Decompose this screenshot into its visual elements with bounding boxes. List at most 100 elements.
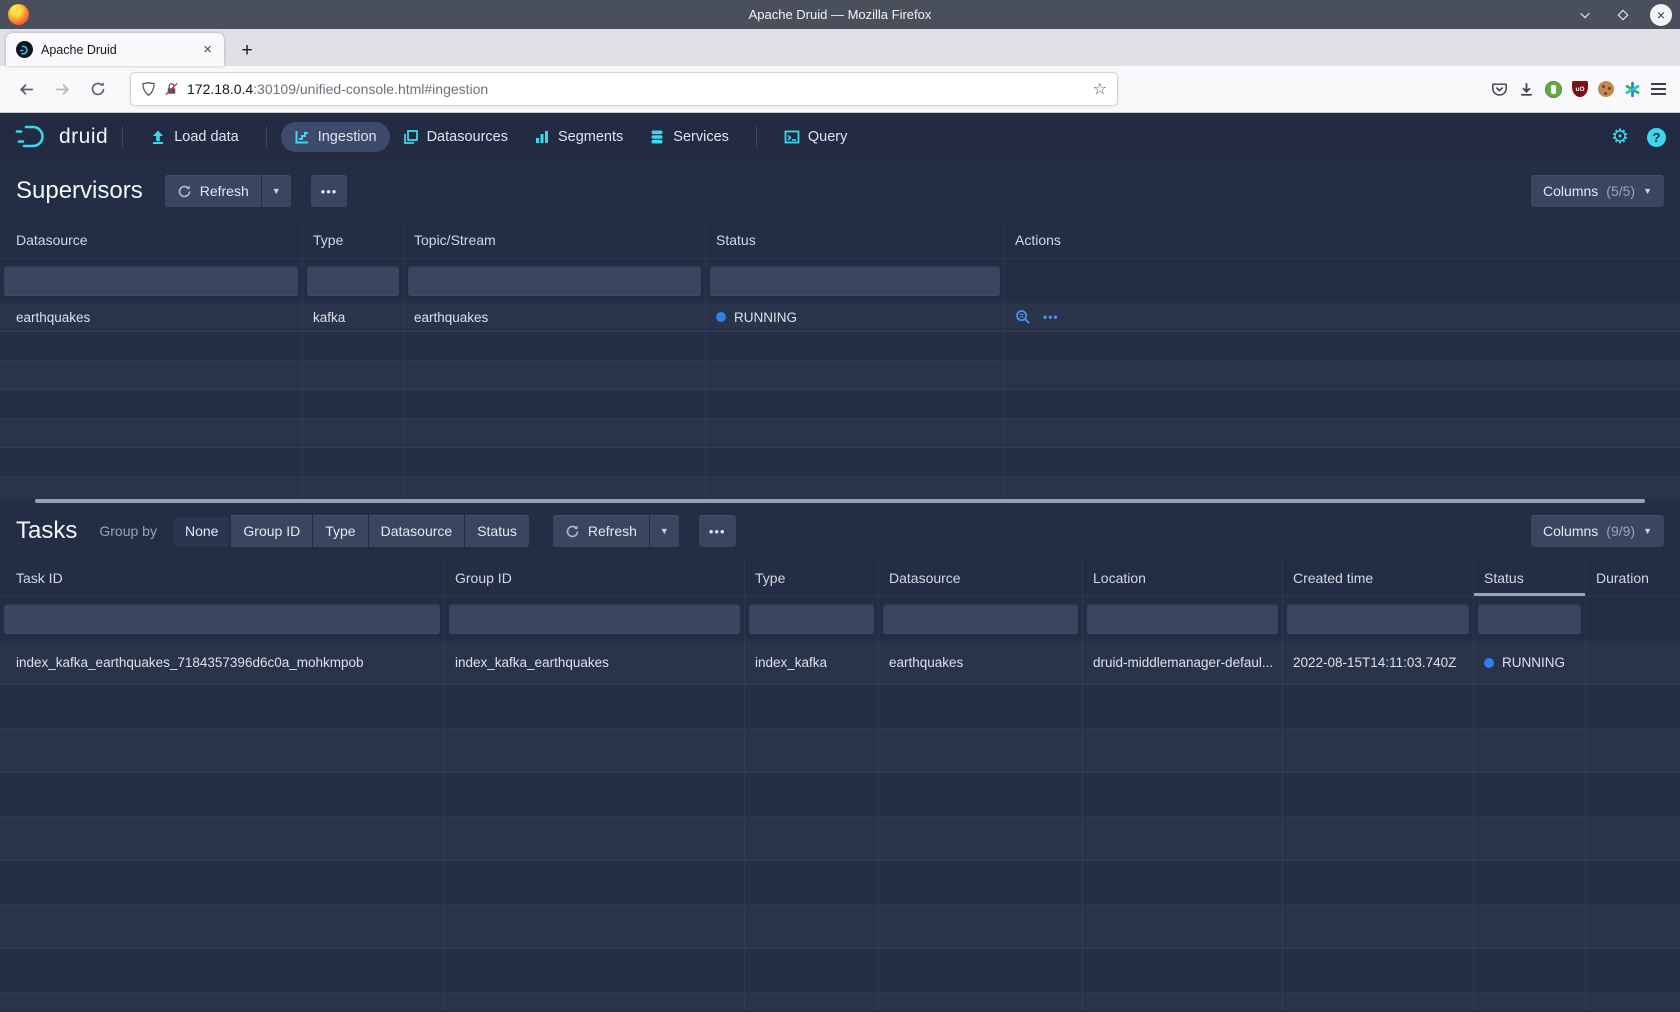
url-bar[interactable]: 172.18.0.4:30109/unified-console.html#in… bbox=[130, 72, 1118, 106]
downloads-icon[interactable] bbox=[1518, 81, 1535, 98]
help-icon[interactable]: ? bbox=[1647, 128, 1666, 147]
chevron-down-icon: ▼ bbox=[660, 526, 669, 536]
filter-location-input[interactable] bbox=[1087, 604, 1278, 634]
filter-created-time-input[interactable] bbox=[1287, 604, 1469, 634]
group-by-none-button[interactable]: None bbox=[173, 515, 230, 547]
chevron-down-icon: ▼ bbox=[1643, 526, 1652, 536]
column-header-datasource[interactable]: Datasource bbox=[0, 221, 303, 259]
cell-type: index_kafka bbox=[745, 641, 879, 685]
group-by-datasource-button[interactable]: Datasource bbox=[369, 515, 465, 547]
window-title: Apache Druid — Mozilla Firefox bbox=[0, 7, 1680, 22]
tab-close-icon[interactable]: × bbox=[201, 42, 214, 57]
extension-asterisk-icon[interactable] bbox=[1624, 81, 1641, 98]
tasks-table-header: Task ID Group ID Type Datasource Locatio… bbox=[0, 559, 1680, 597]
supervisors-refresh-caret-button[interactable]: ▼ bbox=[262, 175, 291, 207]
supervisors-section: Supervisors Refresh ▼ ••• Columns (5/5) … bbox=[0, 161, 1680, 499]
druid-brand[interactable]: druid bbox=[14, 124, 108, 150]
empty-row bbox=[0, 685, 1680, 729]
supervisors-more-button[interactable]: ••• bbox=[311, 175, 348, 207]
cell-datasource: earthquakes bbox=[0, 303, 303, 332]
group-by-status-button[interactable]: Status bbox=[465, 515, 529, 547]
column-header-status[interactable]: Status bbox=[706, 221, 1005, 259]
filter-datasource-input[interactable] bbox=[4, 266, 298, 296]
column-header-task-id[interactable]: Task ID bbox=[0, 559, 445, 597]
nav-item-load-data[interactable]: Load data bbox=[137, 122, 252, 152]
nav-item-ingestion[interactable]: Ingestion bbox=[281, 122, 390, 152]
cookie-extension-icon[interactable] bbox=[1598, 81, 1614, 97]
pocket-icon[interactable] bbox=[1491, 81, 1508, 98]
status-text: RUNNING bbox=[1502, 655, 1565, 670]
new-tab-button[interactable]: + bbox=[232, 36, 262, 66]
status-text: RUNNING bbox=[734, 310, 797, 325]
column-header-type[interactable]: Type bbox=[303, 221, 404, 259]
nav-divider bbox=[266, 126, 267, 148]
window-maximize-button[interactable] bbox=[1612, 4, 1634, 26]
empty-row bbox=[0, 332, 1680, 361]
settings-gear-icon[interactable]: ⚙ bbox=[1611, 127, 1629, 147]
row-more-actions-icon[interactable]: ••• bbox=[1043, 310, 1059, 324]
druid-navbar: druid Load data Ingestion Datasources Se… bbox=[0, 113, 1680, 161]
filter-topic-input[interactable] bbox=[408, 266, 701, 296]
supervisor-row[interactable]: earthquakes kafka earthquakes RUNNING ••… bbox=[0, 303, 1680, 332]
filter-group-id-input[interactable] bbox=[449, 604, 740, 634]
lock-insecure-icon[interactable] bbox=[164, 81, 179, 97]
cell-datasource: earthquakes bbox=[879, 641, 1083, 685]
nav-item-label: Load data bbox=[174, 129, 239, 145]
column-header-type[interactable]: Type bbox=[745, 559, 879, 597]
supervisors-filter-row bbox=[0, 259, 1680, 303]
group-by-label: Group by bbox=[99, 523, 157, 539]
column-header-duration[interactable]: Duration bbox=[1586, 559, 1680, 597]
forward-button[interactable] bbox=[46, 73, 78, 105]
group-by-group-id-button[interactable]: Group ID bbox=[231, 515, 312, 547]
columns-label: Columns bbox=[1543, 183, 1598, 199]
filter-datasource-input[interactable] bbox=[883, 604, 1078, 634]
bookmark-star-icon[interactable]: ☆ bbox=[1093, 79, 1107, 99]
supervisors-refresh-button[interactable]: Refresh bbox=[165, 175, 261, 207]
chevron-down-icon: ▼ bbox=[1643, 186, 1652, 196]
cell-actions: ••• bbox=[1005, 303, 1680, 332]
task-row[interactable]: index_kafka_earthquakes_7184357396d6c0a_… bbox=[0, 641, 1680, 685]
supervisors-columns-button[interactable]: Columns (5/5) ▼ bbox=[1531, 175, 1664, 207]
menu-hamburger-icon[interactable] bbox=[1651, 83, 1666, 95]
cell-group-id: index_kafka_earthquakes bbox=[445, 641, 745, 685]
columns-label: Columns bbox=[1543, 523, 1598, 539]
filter-type-input[interactable] bbox=[307, 266, 399, 296]
chevron-down-icon: ▼ bbox=[272, 186, 281, 196]
window-minimize-button[interactable] bbox=[1574, 4, 1596, 26]
status-dot-icon bbox=[1484, 658, 1494, 668]
tasks-columns-button[interactable]: Columns (9/9) ▼ bbox=[1531, 515, 1664, 547]
console-icon bbox=[784, 129, 800, 145]
browser-tab[interactable]: Apache Druid × bbox=[6, 33, 224, 66]
group-by-type-button[interactable]: Type bbox=[313, 515, 367, 547]
inspect-magnifier-icon[interactable] bbox=[1015, 309, 1031, 325]
column-header-location[interactable]: Location bbox=[1083, 559, 1283, 597]
reload-button[interactable] bbox=[82, 73, 114, 105]
column-header-datasource[interactable]: Datasource bbox=[879, 559, 1083, 597]
column-header-group-id[interactable]: Group ID bbox=[445, 559, 745, 597]
shield-icon[interactable] bbox=[141, 81, 156, 97]
ublock-origin-icon[interactable]: uO bbox=[1572, 81, 1588, 97]
tab-bar: Apache Druid × + bbox=[0, 29, 1680, 66]
tasks-more-button[interactable]: ••• bbox=[699, 515, 736, 547]
nav-item-label: Datasources bbox=[427, 129, 508, 145]
filter-type-input[interactable] bbox=[749, 604, 874, 634]
column-header-status-sorted[interactable]: Status bbox=[1474, 559, 1586, 597]
filter-status-input[interactable] bbox=[710, 266, 1000, 296]
empty-row bbox=[0, 448, 1680, 477]
tasks-refresh-caret-button[interactable]: ▼ bbox=[650, 515, 679, 547]
nav-item-segments[interactable]: Segments bbox=[521, 122, 636, 152]
tasks-refresh-button[interactable]: Refresh bbox=[553, 515, 649, 547]
columns-count: (9/9) bbox=[1606, 523, 1635, 539]
status-dot-icon bbox=[716, 312, 726, 322]
nav-item-query[interactable]: Query bbox=[771, 122, 861, 152]
nav-item-services[interactable]: Services bbox=[636, 122, 742, 152]
column-header-topic-stream[interactable]: Topic/Stream bbox=[404, 221, 706, 259]
back-button[interactable] bbox=[10, 73, 42, 105]
nav-item-datasources[interactable]: Datasources bbox=[390, 122, 521, 152]
extension-green-icon[interactable] bbox=[1545, 81, 1562, 98]
window-close-button[interactable]: × bbox=[1650, 4, 1672, 26]
filter-task-id-input[interactable] bbox=[4, 604, 440, 634]
column-header-created-time[interactable]: Created time bbox=[1283, 559, 1474, 597]
window-titlebar: Apache Druid — Mozilla Firefox × bbox=[0, 0, 1680, 29]
filter-status-input[interactable] bbox=[1478, 604, 1581, 634]
